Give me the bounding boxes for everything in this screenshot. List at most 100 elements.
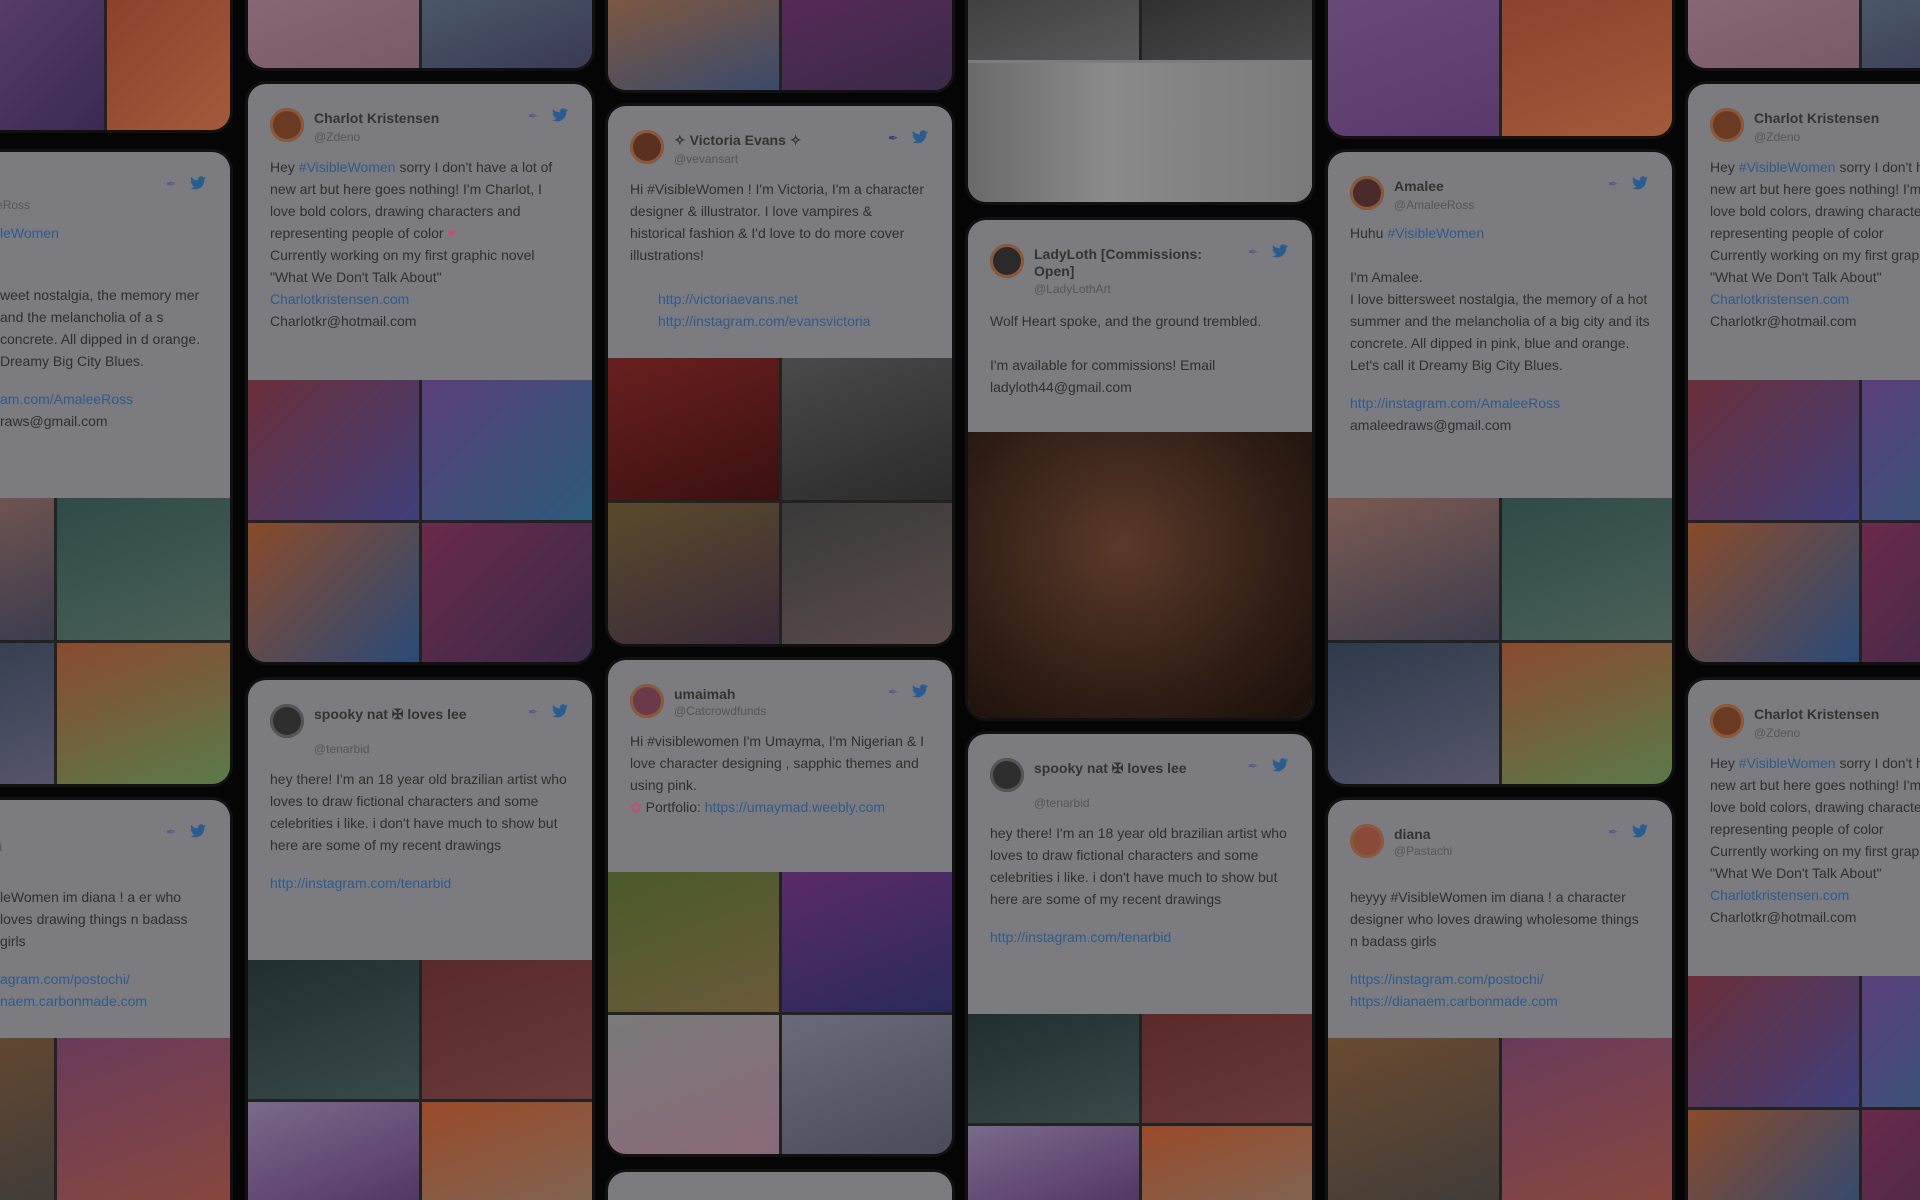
artwork-thumbnail[interactable] (1688, 1109, 1859, 1200)
artwork-thumbnail[interactable] (1688, 380, 1859, 520)
artwork-thumbnail[interactable] (0, 498, 54, 640)
artwork-thumbnail[interactable] (1501, 0, 1672, 136)
artwork-thumbnail[interactable] (1328, 0, 1499, 136)
twitter-bird-icon[interactable] (190, 176, 206, 190)
artwork-thumbnail[interactable] (1141, 1125, 1312, 1200)
artwork-thumbnail[interactable] (968, 1014, 1139, 1123)
twitter-bird-icon[interactable] (552, 704, 568, 718)
hashtag-link[interactable]: #VisibleWomen (299, 159, 396, 175)
artwork-sketch[interactable] (968, 63, 1312, 202)
artwork-thumbnail[interactable] (608, 358, 779, 500)
hashtag-link[interactable]: #VisibleWomen (1387, 225, 1484, 241)
artwork-thumbnail[interactable] (1861, 522, 1920, 662)
tweet-card-art-top[interactable] (968, 0, 1312, 202)
artwork-thumbnail[interactable] (781, 872, 952, 1012)
artwork-thumbnail[interactable] (968, 0, 1139, 60)
artwork-thumbnail[interactable] (1501, 642, 1672, 784)
avatar[interactable] (1710, 704, 1744, 738)
tweet-card-art-top[interactable] (1328, 0, 1672, 136)
artwork-thumbnail[interactable] (248, 522, 419, 662)
tweet-card-charlot[interactable]: Charlot Kristensen @Zdeno ✒ Hey #Visible… (248, 84, 592, 662)
artwork-thumbnail[interactable] (1328, 498, 1499, 640)
artwork-thumbnail[interactable] (56, 498, 230, 640)
artwork-thumbnail[interactable] (0, 0, 104, 130)
artwork-thumbnail[interactable] (781, 358, 952, 500)
tweet-card-diana-left[interactable]: achi ✒ leWomen im diana ! a er who loves… (0, 800, 230, 1200)
artwork-thumbnail[interactable] (1688, 976, 1859, 1107)
artwork-thumbnail[interactable] (421, 1101, 592, 1200)
twitter-bird-icon[interactable] (912, 130, 928, 144)
artwork-thumbnail[interactable] (781, 0, 952, 90)
tweet-link[interactable]: Charlotkristensen.com (270, 288, 570, 310)
artwork-thumbnail[interactable] (0, 642, 54, 784)
artwork-thumbnail[interactable] (1861, 976, 1920, 1107)
tweet-link[interactable]: http://instagram.com/tenarbid (270, 872, 570, 894)
tweet-card-art-top[interactable] (608, 0, 952, 90)
avatar[interactable] (630, 130, 664, 164)
artwork-thumbnail[interactable] (421, 960, 592, 1099)
avatar[interactable] (270, 108, 304, 142)
artwork-thumbnail[interactable] (1141, 1014, 1312, 1123)
artwork-painting[interactable] (968, 432, 1312, 718)
artwork-thumbnail[interactable] (1501, 498, 1672, 640)
artwork-thumbnail[interactable] (421, 522, 592, 662)
artwork-thumbnail[interactable] (1141, 0, 1312, 60)
tweet-card-art-top[interactable] (248, 0, 592, 68)
artwork-thumbnail[interactable] (1861, 0, 1920, 68)
avatar[interactable] (270, 704, 304, 738)
hashtag-link[interactable]: #VisibleWomen (1739, 755, 1836, 771)
artwork-thumbnail[interactable] (608, 0, 779, 90)
tweet-card-art-top-left[interactable] (0, 0, 230, 130)
tweet-card-partial[interactable] (608, 1172, 952, 1200)
tweet-link[interactable]: https://umaymad.weebly.com (705, 799, 885, 815)
artwork-thumbnail[interactable] (781, 502, 952, 644)
tweet-card-amalee[interactable]: Amalee @AmaleeRoss ✒ Huhu #VisibleWomen … (1328, 152, 1672, 784)
artwork-thumbnail[interactable] (1501, 1038, 1672, 1200)
tweet-link[interactable]: http://instagram.com/AmaleeRoss (1350, 392, 1650, 414)
tweet-card-art-top-right[interactable] (1688, 0, 1920, 68)
artwork-thumbnail[interactable] (106, 0, 230, 130)
artwork-thumbnail[interactable] (1328, 642, 1499, 784)
twitter-bird-icon[interactable] (1272, 758, 1288, 772)
artwork-thumbnail[interactable] (608, 1014, 779, 1154)
artwork-thumbnail[interactable] (608, 872, 779, 1012)
artwork-thumbnail[interactable] (421, 380, 592, 520)
hashtag-link[interactable]: #VisibleWomen (1739, 159, 1836, 175)
tweet-link[interactable]: agram.com/postochi/ (0, 968, 208, 990)
tweet-link[interactable]: Charlotkristensen.com (1710, 884, 1920, 906)
artwork-thumbnail[interactable] (781, 1014, 952, 1154)
twitter-bird-icon[interactable] (1632, 176, 1648, 190)
artwork-thumbnail[interactable] (1861, 380, 1920, 520)
avatar[interactable] (1710, 108, 1744, 142)
artwork-thumbnail[interactable] (248, 380, 419, 520)
artwork-thumbnail[interactable] (608, 502, 779, 644)
artwork-thumbnail[interactable] (1861, 1109, 1920, 1200)
tweet-card-spooky-2[interactable]: spooky nat ✠ loves lee @tenarbid ✒ hey t… (968, 734, 1312, 1200)
tweet-link[interactable]: https://dianaem.carbonmade.com (1350, 990, 1650, 1012)
tweet-link[interactable]: Charlotkristensen.com (1710, 288, 1920, 310)
tweet-card-amalee-left[interactable]: ee aleeRoss ✒ leWomen weet nostalgia, th… (0, 152, 230, 784)
tweet-link[interactable]: http://instagram.com/evansvictoria (630, 310, 930, 332)
artwork-thumbnail[interactable] (1688, 522, 1859, 662)
tweet-card-spooky[interactable]: spooky nat ✠ loves lee @tenarbid ✒ hey t… (248, 680, 592, 1200)
twitter-bird-icon[interactable] (552, 108, 568, 122)
artwork-thumbnail[interactable] (421, 0, 592, 68)
hashtag-link[interactable]: leWomen (0, 225, 59, 241)
tweet-link[interactable]: naem.carbonmade.com (0, 990, 208, 1012)
artwork-thumbnail[interactable] (968, 1125, 1139, 1200)
artwork-thumbnail[interactable] (248, 960, 419, 1099)
avatar[interactable] (630, 684, 664, 718)
tweet-card-umaimah[interactable]: umaimah @Catcrowdfunds ✒ Hi #visiblewome… (608, 660, 952, 1154)
artwork-thumbnail[interactable] (1688, 0, 1859, 68)
artwork-thumbnail[interactable] (0, 1038, 54, 1200)
artwork-thumbnail[interactable] (56, 1038, 230, 1200)
artwork-thumbnail[interactable] (56, 642, 230, 784)
tweet-link[interactable]: http://victoriaevans.net (630, 288, 930, 310)
avatar[interactable] (1350, 824, 1384, 858)
tweet-card-ladyloth[interactable]: LadyLoth [Commissions: Open] @LadyLothAr… (968, 220, 1312, 718)
avatar[interactable] (990, 758, 1024, 792)
tweet-link[interactable]: am.com/AmaleeRoss (0, 388, 208, 410)
avatar[interactable] (990, 244, 1024, 278)
tweet-card-charlot-right[interactable]: Charlot Kristensen @Zdeno Hey #VisibleWo… (1688, 84, 1920, 662)
artwork-thumbnail[interactable] (1328, 1038, 1499, 1200)
